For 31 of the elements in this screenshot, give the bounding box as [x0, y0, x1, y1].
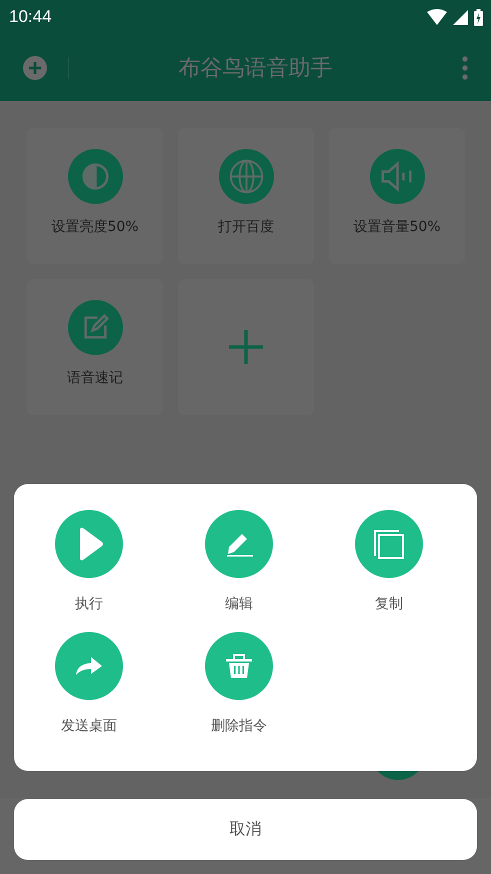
command-card[interactable]: 设置音量50% — [329, 128, 465, 264]
add-icon[interactable] — [23, 56, 47, 80]
cancel-button[interactable]: 取消 — [14, 799, 477, 860]
signal-icon — [453, 10, 468, 24]
action-label: 执行 — [75, 595, 103, 613]
command-label: 设置亮度50% — [51, 218, 139, 236]
speaker-icon — [370, 148, 424, 204]
battery-icon — [474, 8, 483, 26]
action-label: 编辑 — [225, 595, 253, 613]
plus-icon — [229, 330, 263, 364]
command-card[interactable]: 语音速记 — [27, 279, 163, 415]
trash-icon[interactable] — [205, 632, 273, 700]
pencil-icon[interactable] — [205, 510, 273, 578]
play-icon[interactable] — [55, 510, 123, 578]
app-title: 布谷鸟语音助手 — [178, 54, 334, 82]
contrast-icon — [68, 148, 122, 204]
command-card[interactable]: 设置亮度50% — [27, 128, 163, 264]
command-card[interactable]: 打开百度 — [178, 128, 314, 264]
command-label: 语音速记 — [67, 368, 123, 386]
note-icon — [68, 300, 122, 354]
command-label: 打开百度 — [218, 218, 274, 236]
share-icon[interactable] — [55, 632, 123, 700]
globe-icon — [218, 148, 274, 204]
action-label: 复制 — [375, 595, 403, 613]
action-label: 删除指令 — [211, 717, 267, 735]
copy-icon[interactable] — [355, 510, 423, 578]
command-label: 设置音量50% — [353, 218, 441, 236]
more-icon[interactable] — [462, 56, 468, 80]
action-label: 发送桌面 — [61, 717, 117, 735]
wifi-icon — [427, 9, 447, 25]
status-time: 10:44 — [9, 7, 52, 27]
